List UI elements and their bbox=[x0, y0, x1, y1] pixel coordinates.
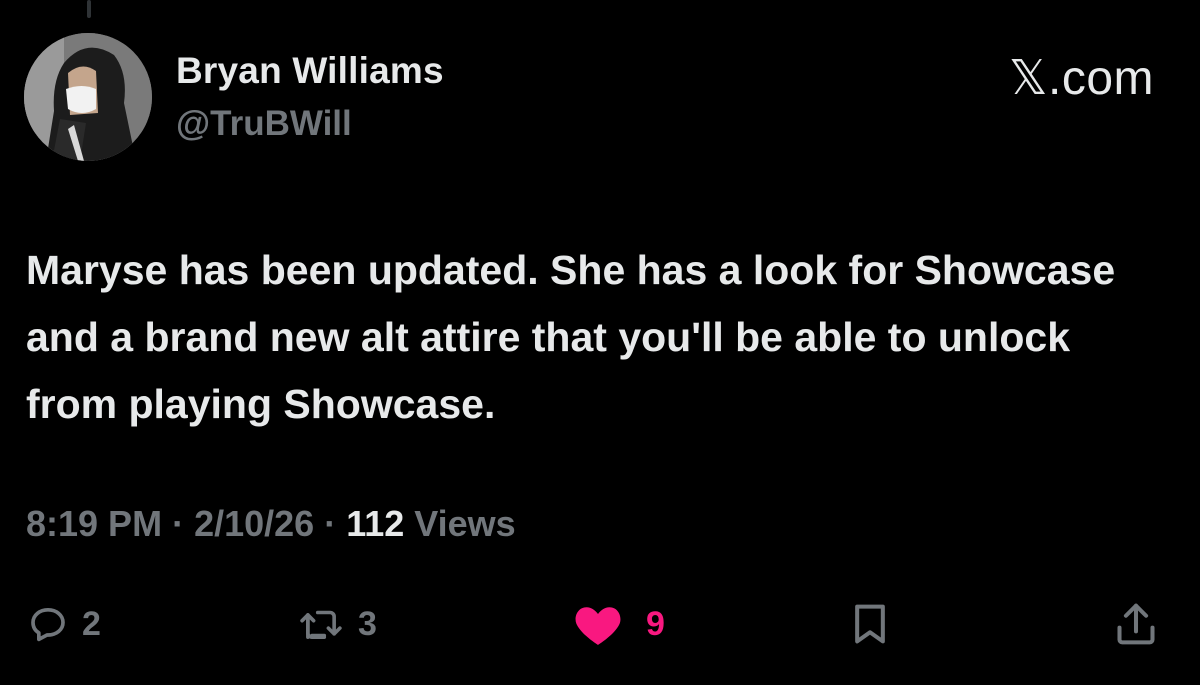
avatar[interactable] bbox=[24, 33, 152, 161]
like-count: 9 bbox=[646, 604, 665, 643]
avatar-photo bbox=[24, 33, 152, 161]
reply-count: 2 bbox=[82, 604, 101, 643]
heart-icon bbox=[575, 607, 621, 645]
repost-count: 3 bbox=[358, 604, 377, 643]
bookmark-button[interactable] bbox=[850, 596, 890, 652]
share-button[interactable] bbox=[1114, 596, 1158, 652]
reply-icon bbox=[31, 608, 65, 642]
repost-icon bbox=[300, 610, 342, 639]
share-icon bbox=[1117, 603, 1155, 645]
bookmark-icon bbox=[855, 604, 885, 644]
thread-connector-line bbox=[87, 0, 91, 18]
tweet-text: Maryse has been updated. She has a look … bbox=[26, 247, 1116, 427]
author-display-name[interactable]: Bryan Williams bbox=[176, 50, 444, 92]
reply-button[interactable]: 2 bbox=[28, 596, 101, 652]
author-handle[interactable]: @TruBWill bbox=[176, 104, 352, 144]
brand-logo: 𝕏.com bbox=[1008, 52, 1154, 105]
tweet-date[interactable]: 2/10/26 bbox=[194, 503, 314, 544]
meta-separator: · bbox=[162, 503, 195, 544]
like-button[interactable]: 9 bbox=[572, 596, 665, 652]
meta-separator: · bbox=[314, 503, 347, 544]
action-bar: 2 3 9 bbox=[24, 596, 1174, 652]
views-label: Views bbox=[414, 503, 516, 544]
repost-button[interactable]: 3 bbox=[298, 596, 377, 652]
tweet-time[interactable]: 8:19 PM bbox=[26, 503, 162, 544]
tweet-meta: 8:19 PM · 2/10/26 · 112 Views bbox=[26, 503, 516, 545]
views-count: 112 bbox=[346, 503, 405, 544]
